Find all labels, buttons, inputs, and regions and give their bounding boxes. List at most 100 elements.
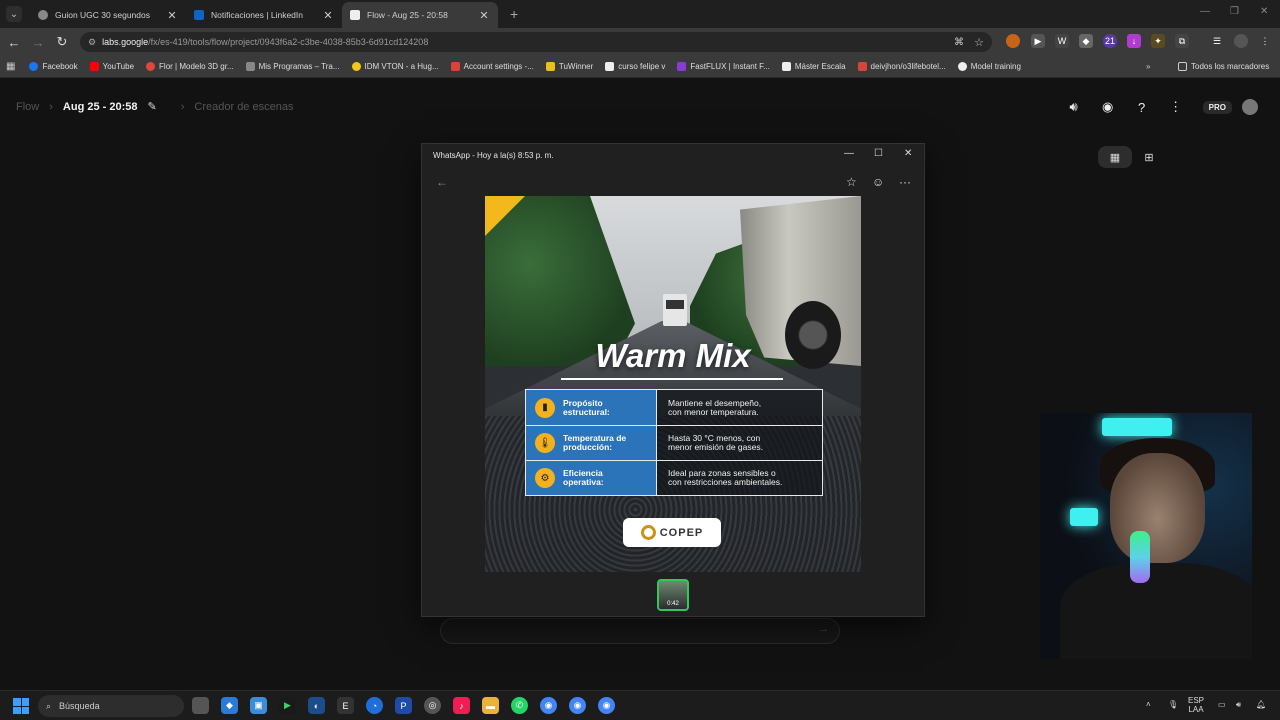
reload-icon[interactable]: ↻	[50, 34, 74, 50]
windows-start-icon[interactable]	[13, 698, 29, 714]
close-icon[interactable]: ✕	[478, 9, 490, 22]
apps-grid-icon[interactable]: ▦	[6, 61, 15, 72]
bookmark-label: deivjhon/o3lifebotel...	[870, 62, 946, 71]
minimize-icon[interactable]: —	[844, 148, 854, 159]
poster-headline: Warm Mix	[595, 337, 751, 374]
steam-icon[interactable]: ◐	[308, 697, 325, 714]
logo-mark	[640, 525, 656, 540]
tab-search-icon[interactable]: ⌄	[6, 6, 22, 22]
tab-guion[interactable]: Guion UGC 30 segundos ✕	[30, 2, 186, 28]
arrow-right-icon[interactable]: →	[818, 623, 829, 635]
extension-icon[interactable]: W	[1055, 34, 1069, 48]
crown-icon	[545, 62, 555, 71]
maximize-icon[interactable]: ❐	[1230, 6, 1239, 17]
forward-icon[interactable]: →	[26, 35, 50, 50]
back-icon[interactable]: ←	[2, 35, 26, 50]
menu-lines-icon[interactable]: ☰	[1210, 34, 1224, 48]
more-horiz-icon[interactable]: ···	[899, 175, 911, 189]
avatar[interactable]	[1242, 99, 1258, 115]
bookmark-fastflux[interactable]: FastFLUX | Instant F...	[677, 62, 770, 71]
tab-linkedin[interactable]: Notificaciones | LinkedIn ✕	[186, 2, 342, 28]
bookmark-facebook[interactable]: Facebook	[29, 62, 78, 71]
bookmark-model[interactable]: Model training	[957, 62, 1021, 71]
crumb-flow[interactable]: Flow	[16, 101, 39, 113]
chatgpt-icon	[38, 10, 48, 20]
play-icon[interactable]: ▶	[279, 697, 296, 714]
chrome-icon[interactable]: ◉	[569, 697, 586, 714]
prompt-bar[interactable]: →	[440, 618, 840, 644]
whatsapp-media-viewer: WhatsApp - Hoy a la(s) 8:53 p. m. — ☐ ✕ …	[421, 143, 925, 617]
address-bar[interactable]: ⚙ labs.google/fx/es-419/tools/flow/proje…	[80, 32, 992, 52]
media-thumbnail[interactable]: 0:42	[657, 579, 689, 611]
bookmark-master[interactable]: Máster Escala	[781, 62, 846, 71]
chrome-icon[interactable]: ◉	[598, 697, 615, 714]
bookmark-curso[interactable]: curso felipe v	[605, 62, 665, 71]
mic-icon[interactable]: 🎙︎	[1168, 700, 1178, 709]
tiktok-icon[interactable]: ♪	[453, 697, 470, 714]
network-icon[interactable]: ▭	[1218, 700, 1226, 709]
extension-icon[interactable]	[1006, 34, 1020, 48]
chrome-icon[interactable]: ◉	[540, 697, 557, 714]
bookmark-youtube[interactable]: YouTube	[89, 62, 134, 71]
divider	[561, 378, 783, 380]
bookmark-flor[interactable]: Flor | Modelo 3D gr...	[146, 62, 234, 71]
task-view-icon[interactable]	[192, 697, 209, 714]
site-icon	[450, 62, 460, 71]
site-icon	[957, 62, 967, 71]
discord-icon[interactable]: ◉	[1099, 98, 1117, 116]
whatsapp-icon[interactable]: ✆	[511, 697, 528, 714]
site-icon	[677, 62, 687, 71]
site-info-icon[interactable]: ⚙	[88, 37, 96, 48]
volume-icon[interactable]: 🔊︎	[1065, 98, 1083, 116]
close-icon[interactable]: ✕	[904, 148, 912, 159]
lang-bottom: LAA	[1188, 705, 1204, 714]
extension-icon[interactable]: ▶	[1031, 34, 1045, 48]
photoshop-icon[interactable]: P	[395, 697, 412, 714]
close-icon[interactable]: ✕	[322, 9, 334, 22]
bookmarks-overflow-icon[interactable]: »	[1146, 62, 1150, 71]
bookmark-programas[interactable]: Mis Programas – Tra...	[245, 62, 340, 71]
site-icon	[605, 62, 615, 71]
bookmark-tuwinner[interactable]: TuWinner	[545, 62, 593, 71]
crumb-scene-builder[interactable]: Creador de escenas	[194, 101, 293, 113]
maximize-icon[interactable]: ☐	[874, 148, 883, 159]
edit-pencil-icon[interactable]: ✎	[148, 100, 157, 113]
obs-icon[interactable]: ◎	[424, 697, 441, 714]
epic-games-icon[interactable]: E	[337, 697, 354, 714]
puzzle-icon[interactable]: ⧉	[1175, 34, 1189, 48]
volume-icon[interactable]: 🔊︎	[1236, 700, 1241, 709]
bookmark-star-icon[interactable]: ☆	[974, 36, 984, 49]
grid-large-icon[interactable]: ▦	[1098, 146, 1132, 168]
minimize-icon[interactable]: —	[1200, 6, 1210, 17]
extension-icon[interactable]: ✦	[1151, 34, 1165, 48]
grid-small-icon[interactable]: ⊞	[1132, 146, 1166, 168]
extension-icon[interactable]: 21	[1103, 34, 1117, 48]
back-arrow-icon[interactable]: ←	[436, 175, 448, 189]
emoji-react-icon[interactable]: ☺	[872, 175, 884, 189]
new-tab-icon[interactable]: +	[510, 6, 518, 22]
more-vert-icon[interactable]: ⋮	[1167, 98, 1185, 116]
language-indicator[interactable]: ESP LAA	[1188, 696, 1204, 714]
notification-bell-icon[interactable]: 🔔︎	[1256, 700, 1266, 709]
all-bookmarks[interactable]: Todos los marcadores	[1178, 62, 1269, 71]
edge-icon[interactable]: ◔	[366, 697, 383, 714]
tab-flow[interactable]: Flow - Aug 25 - 20:58 ✕	[342, 2, 498, 28]
translate-icon[interactable]: ⌘	[954, 37, 964, 48]
youtube-icon	[89, 62, 99, 71]
copilot-icon[interactable]: ◆	[221, 697, 238, 714]
tray-chevron-icon[interactable]: ˄	[1146, 700, 1151, 709]
store-icon[interactable]: ▣	[250, 697, 267, 714]
star-icon[interactable]: ☆	[846, 175, 857, 189]
close-icon[interactable]: ✕	[166, 9, 178, 22]
bookmark-account[interactable]: Account settings -...	[450, 62, 534, 71]
extension-icon[interactable]: ↓	[1127, 34, 1141, 48]
extension-icon[interactable]: ◆	[1079, 34, 1093, 48]
taskbar-search[interactable]: ⌕ Búsqueda	[38, 695, 184, 717]
close-window-icon[interactable]: ✕	[1260, 6, 1268, 17]
profile-avatar[interactable]	[1234, 34, 1248, 48]
file-explorer-icon[interactable]: ▬	[482, 697, 499, 714]
bookmark-idm[interactable]: IDM VTON - a Hug...	[351, 62, 439, 71]
help-icon[interactable]: ?	[1133, 98, 1151, 116]
bookmark-deivjhon[interactable]: deivjhon/o3lifebotel...	[857, 62, 946, 71]
more-icon[interactable]: ⋮	[1258, 34, 1272, 48]
